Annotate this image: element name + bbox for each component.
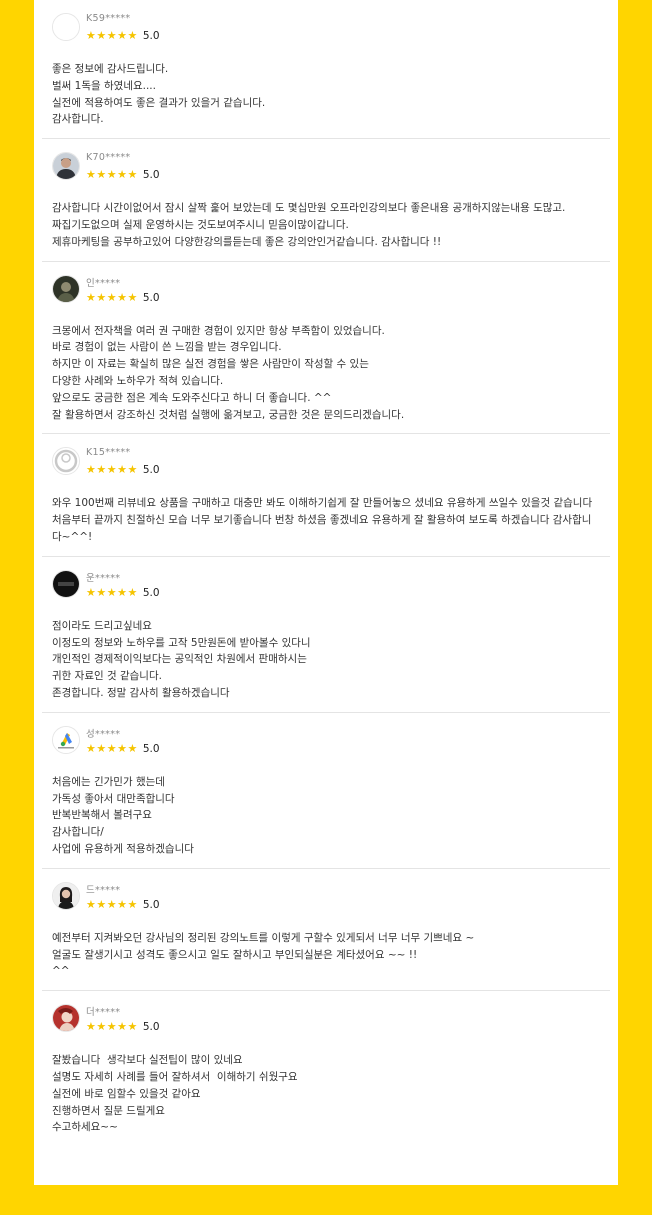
star-rating-icon: ★★★★★ (86, 741, 138, 755)
review-header: K15***** ★★★★★ 5.0 (52, 447, 600, 485)
review-item: K70***** ★★★★★ 5.0 감사합니다 시간이없어서 잠시 살짝 훑어… (42, 139, 610, 262)
review-header: 드***** ★★★★★ 5.0 (52, 881, 600, 920)
star-rating-icon: ★★★★★ (86, 585, 138, 599)
star-rating-icon: ★★★★★ (86, 290, 138, 304)
reviewer-name: K70***** (86, 152, 131, 164)
review-item: K15***** ★★★★★ 5.0 와우 100번째 리뷰네요 상품을 구매하… (42, 434, 610, 557)
reviewer-name: 성***** (86, 728, 121, 740)
reviewer-name: 인***** (86, 277, 121, 289)
black-logo-avatar-icon (53, 570, 79, 597)
rating-score: 5.0 (142, 169, 160, 182)
star-rating-icon: ★★★★★ (86, 463, 138, 477)
star-rating-icon: ★★★★★ (86, 1020, 138, 1034)
rating-score: 5.0 (142, 898, 160, 911)
review-header: K59***** ★★★★★ 5.0 (52, 13, 600, 51)
review-item: 더***** ★★★★★ 5.0 잘봤습니다 생각보다 실전팁이 많이 있네요 … (42, 991, 610, 1146)
woman-photo-avatar-icon (53, 882, 79, 909)
man-photo-avatar-icon (53, 153, 79, 180)
avatar (52, 1004, 80, 1033)
reviewer-name: 드***** (86, 884, 121, 896)
reviewer-name: K15***** (86, 447, 131, 459)
blank-avatar-icon (53, 14, 79, 40)
default-user-avatar-icon (53, 448, 79, 475)
rating: ★★★★★ 5.0 (86, 585, 160, 599)
review-item: 성***** ★★★★★ 5.0 처음에는 긴가민가 했는데 가독성 좋아서 대… (42, 713, 610, 869)
review-header: K70***** ★★★★★ 5.0 (52, 152, 600, 190)
review-text: 좋은 정보에 감사드립니다. 벌써 1독을 하였네요.... 실전에 적용하여도… (52, 63, 266, 126)
rating-score: 5.0 (142, 586, 160, 599)
reviewer-name: 더***** (86, 1007, 121, 1019)
avatar (52, 13, 80, 41)
rating: ★★★★★ 5.0 (86, 897, 160, 911)
review-header: 더***** ★★★★★ 5.0 (52, 1004, 600, 1042)
rating: ★★★★★ 5.0 (86, 463, 160, 477)
review-list: K59***** ★★★★★ 5.0 좋은 정보에 감사드립니다. 벌써 1독을… (34, 0, 618, 1185)
star-rating-icon: ★★★★★ (86, 897, 138, 911)
rating: ★★★★★ 5.0 (86, 29, 160, 43)
avatar (52, 447, 80, 476)
rating-score: 5.0 (142, 30, 160, 42)
review-item: 운***** ★★★★★ 5.0 점이라도 드리고싶네요 이정도의 정보와 노하… (42, 557, 610, 713)
review-text: 잘봤습니다 생각보다 실전팁이 많이 있네요 설명도 자세히 사례를 들어 잘하… (52, 1054, 298, 1134)
review-text: 크몽에서 전자책을 여러 권 구매한 경험이 있지만 항상 부족함이 있었습니다… (52, 324, 405, 421)
rating-score: 5.0 (142, 1021, 160, 1034)
review-text: 처음에는 긴가민가 했는데 가독성 좋아서 대만족합니다 반복반복해서 볼려구요… (52, 775, 194, 855)
reviewer-name: 운***** (86, 572, 121, 584)
avatar (52, 881, 80, 910)
rating: ★★★★★ 5.0 (86, 741, 160, 755)
avatar (52, 569, 80, 598)
review-header: 인***** ★★★★★ 5.0 (52, 274, 600, 313)
avatar (52, 274, 80, 303)
review-header: 운***** ★★★★★ 5.0 (52, 569, 600, 608)
reviewer-name: K59***** (86, 13, 131, 24)
review-text: 와우 100번째 리뷰네요 상품을 구매하고 대충만 봐도 이해하기쉽게 잘 만… (52, 497, 596, 543)
avatar (52, 725, 80, 754)
star-rating-icon: ★★★★★ (86, 29, 138, 42)
red-photo-avatar-icon (53, 1005, 79, 1032)
review-item: K59***** ★★★★★ 5.0 좋은 정보에 감사드립니다. 벌써 1독을… (42, 0, 610, 140)
rating-score: 5.0 (142, 291, 160, 304)
review-text: 예전부터 지켜봐오던 강사님의 정리된 강의노트를 이렇게 구할수 있게되서 너… (52, 931, 475, 978)
review-text: 감사합니다 시간이없어서 잠시 살짝 훑어 보았는데 도 몇십만원 오프라인강의… (52, 202, 566, 248)
review-item: 드***** ★★★★★ 5.0 예전부터 지켜봐오던 강사님의 정리된 강의노… (42, 869, 610, 992)
rating: ★★★★★ 5.0 (86, 290, 160, 304)
rating-score: 5.0 (142, 464, 160, 477)
google-adsense-avatar-icon (53, 726, 79, 753)
rating: ★★★★★ 5.0 (86, 1020, 160, 1034)
review-item: 인***** ★★★★★ 5.0 크몽에서 전자책을 여러 권 구매한 경험이 … (42, 262, 610, 435)
avatar (52, 152, 80, 181)
rating-score: 5.0 (142, 742, 160, 755)
rating: ★★★★★ 5.0 (86, 168, 160, 182)
star-rating-icon: ★★★★★ (86, 168, 138, 182)
review-header: 성***** ★★★★★ 5.0 (52, 725, 600, 764)
dark-photo-avatar-icon (53, 275, 79, 302)
review-text: 점이라도 드리고싶네요 이정도의 정보와 노하우를 고작 5만원돈에 받아볼수 … (52, 619, 311, 699)
